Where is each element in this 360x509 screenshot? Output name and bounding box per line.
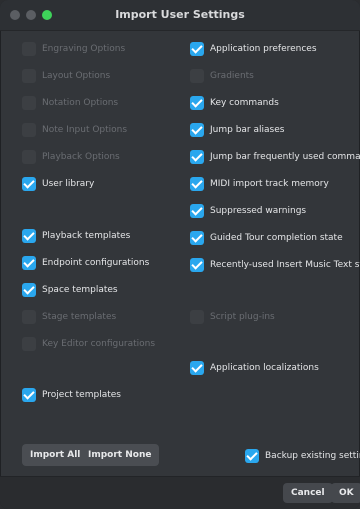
checkbox[interactable] [190, 204, 204, 218]
checkbox[interactable] [22, 388, 36, 402]
checkbox[interactable] [190, 310, 204, 324]
setting-label: Space templates [42, 285, 118, 295]
setting-key-editor-configurations[interactable]: Key Editor configurations [22, 335, 155, 353]
setting-key-commands[interactable]: Key commands [190, 94, 279, 112]
setting-label: Stage templates [42, 312, 117, 322]
setting-playback-templates[interactable]: Playback templates [22, 227, 130, 245]
setting-label: Application localizations [210, 363, 319, 373]
setting-stage-templates[interactable]: Stage templates [22, 308, 116, 326]
checkbox[interactable] [22, 177, 36, 191]
setting-note-input-options[interactable]: Note Input Options [22, 121, 127, 139]
setting-label: Script plug-ins [210, 312, 275, 322]
checkbox[interactable] [22, 256, 36, 270]
checkbox[interactable] [190, 150, 204, 164]
window-title: Import User Settings [115, 8, 245, 21]
import-none-button[interactable]: Import None [80, 444, 160, 466]
setting-label: Key Editor configurations [42, 339, 156, 349]
setting-label: Engraving Options [42, 44, 126, 54]
title-bar: Import User Settings [0, 0, 360, 31]
checkbox[interactable] [190, 69, 204, 83]
setting-guided-tour-state[interactable]: Guided Tour completion state [190, 229, 343, 247]
setting-script-plug-ins[interactable]: Script plug-ins [190, 308, 275, 326]
setting-label: Project templates [42, 390, 121, 400]
setting-user-library[interactable]: User library [22, 175, 94, 193]
checkbox[interactable] [22, 69, 36, 83]
import-all-button[interactable]: Import All [22, 444, 89, 466]
dialog-footer: Cancel OK [0, 476, 360, 509]
setting-label: MIDI import track memory [210, 179, 329, 189]
setting-label: Gradients [210, 71, 254, 81]
checkbox[interactable] [22, 283, 36, 297]
setting-label: Jump bar aliases [210, 125, 285, 135]
setting-label: Layout Options [42, 71, 111, 81]
checkbox[interactable] [190, 361, 204, 375]
setting-label: Key commands [210, 98, 279, 108]
checkbox[interactable] [22, 96, 36, 110]
checkbox[interactable] [22, 310, 36, 324]
setting-label: Notation Options [42, 98, 119, 108]
checkbox[interactable] [22, 337, 36, 351]
checkbox[interactable] [190, 177, 204, 191]
setting-layout-options[interactable]: Layout Options [22, 67, 110, 85]
backup-existing-settings[interactable]: Backup existing settings [245, 447, 360, 465]
checkbox[interactable] [22, 123, 36, 137]
setting-label: Note Input Options [42, 125, 128, 135]
checkbox[interactable] [190, 42, 204, 56]
checkbox[interactable] [190, 231, 204, 245]
setting-notation-options[interactable]: Notation Options [22, 94, 118, 112]
checkbox[interactable] [190, 258, 204, 272]
setting-label: Application preferences [210, 44, 317, 54]
checkbox[interactable] [22, 150, 36, 164]
setting-label: User library [42, 179, 95, 189]
setting-space-templates[interactable]: Space templates [22, 281, 118, 299]
setting-gradients[interactable]: Gradients [190, 67, 254, 85]
setting-recent-insert-music-text-symbols[interactable]: Recently-used Insert Music Text symbols [190, 256, 360, 274]
checkbox[interactable] [22, 42, 36, 56]
setting-label: Jump bar frequently used commands [210, 152, 360, 162]
setting-label: Suppressed warnings [210, 206, 307, 216]
setting-application-localizations[interactable]: Application localizations [190, 359, 319, 377]
cancel-button[interactable]: Cancel [283, 483, 333, 503]
setting-engraving-options[interactable]: Engraving Options [22, 40, 125, 58]
checkbox[interactable] [190, 123, 204, 137]
setting-endpoint-configurations[interactable]: Endpoint configurations [22, 254, 149, 272]
setting-label: Playback Options [42, 152, 120, 162]
checkbox[interactable] [190, 96, 204, 110]
ok-button[interactable]: OK [331, 483, 360, 503]
checkbox[interactable] [22, 229, 36, 243]
setting-jump-bar-aliases[interactable]: Jump bar aliases [190, 121, 284, 139]
setting-label: Recently-used Insert Music Text symbols [210, 260, 360, 270]
setting-application-preferences[interactable]: Application preferences [190, 40, 317, 58]
setting-suppressed-warnings[interactable]: Suppressed warnings [190, 202, 306, 220]
setting-midi-import-track-memory[interactable]: MIDI import track memory [190, 175, 329, 193]
setting-project-templates[interactable]: Project templates [22, 386, 121, 404]
setting-playback-options[interactable]: Playback Options [22, 148, 120, 166]
import-user-settings-dialog: Import User Settings Engraving Options L… [0, 0, 360, 509]
setting-label: Playback templates [42, 231, 131, 241]
backup-label: Backup existing settings [265, 451, 360, 461]
backup-checkbox[interactable] [245, 449, 259, 463]
setting-jump-bar-frequent-commands[interactable]: Jump bar frequently used commands [190, 148, 360, 166]
setting-label: Endpoint configurations [42, 258, 150, 268]
setting-label: Guided Tour completion state [210, 233, 343, 243]
